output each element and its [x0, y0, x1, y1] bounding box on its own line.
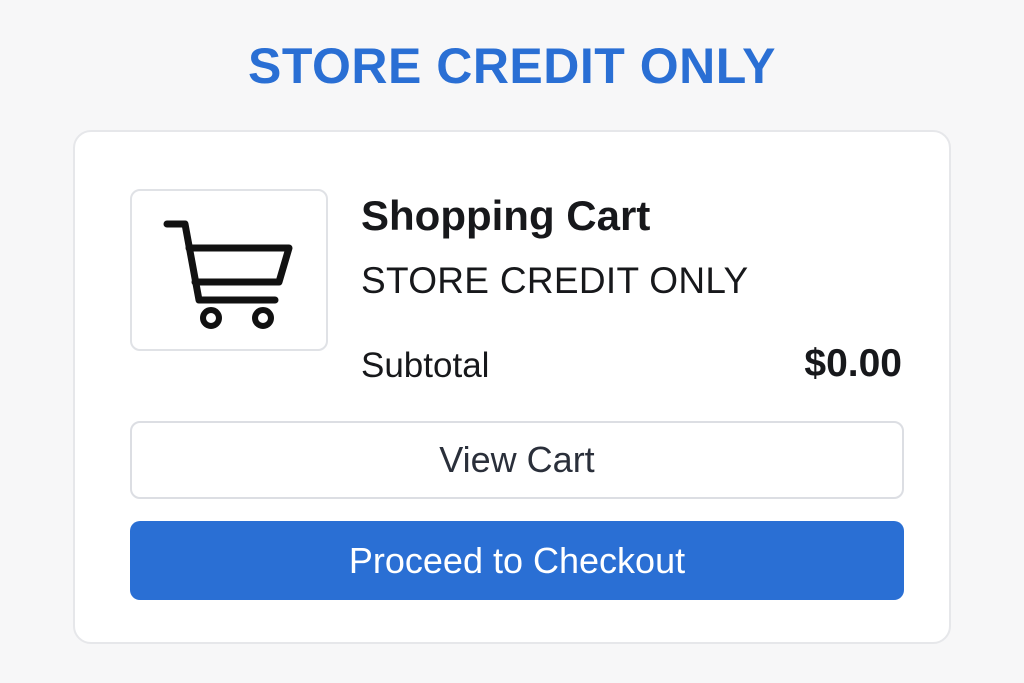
- store-credit-banner: STORE CREDIT ONLY: [247, 38, 777, 94]
- shopping-cart-icon: [163, 220, 293, 329]
- cart-summary-card: Shopping Cart STORE CREDIT ONLY Subtotal…: [73, 130, 951, 644]
- subtotal-value: $0.00: [804, 342, 902, 385]
- view-cart-button[interactable]: View Cart: [130, 421, 904, 499]
- cart-subtitle: STORE CREDIT ONLY: [361, 260, 749, 301]
- subtotal-label: Subtotal: [361, 346, 490, 385]
- cart-title: Shopping Cart: [361, 192, 651, 239]
- proceed-to-checkout-button[interactable]: Proceed to Checkout: [130, 521, 904, 600]
- cart-thumbnail: [130, 189, 328, 351]
